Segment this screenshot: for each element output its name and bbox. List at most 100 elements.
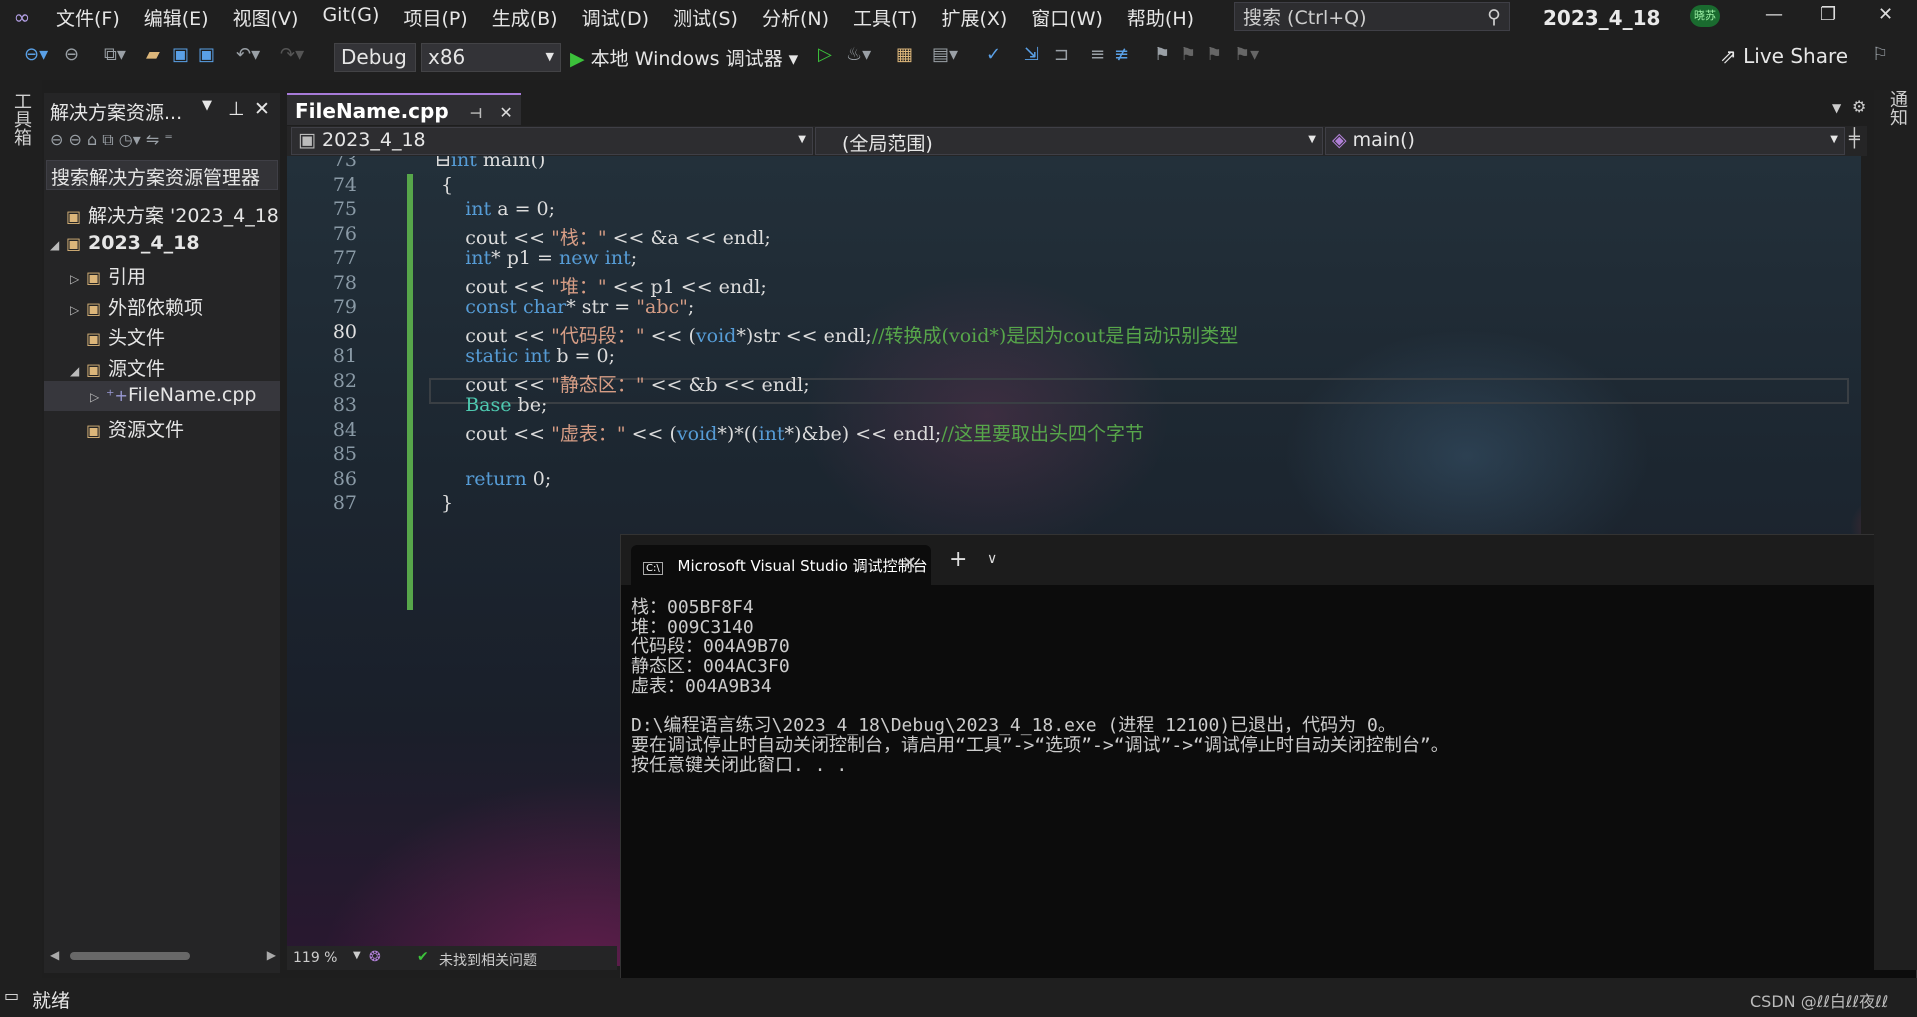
layout-icon[interactable]: ▤▾ bbox=[932, 44, 958, 65]
scope-dropdown[interactable]: (全局范围) ▼ bbox=[815, 127, 1323, 155]
close-window-icon[interactable]: ✕ bbox=[1878, 4, 1893, 25]
start-debugging-button[interactable]: ▶ 本地 Windows 调试器 ▾ bbox=[570, 44, 798, 71]
pin-icon[interactable]: ⊥ bbox=[228, 98, 245, 120]
code-line[interactable]: cout << "静态区：" << &b << endl; bbox=[435, 370, 809, 397]
issues-status[interactable]: 未找到相关问题 bbox=[439, 950, 537, 970]
format-icon[interactable]: ⊐ bbox=[1054, 44, 1069, 65]
zoom-level[interactable]: 119 % bbox=[293, 950, 337, 966]
notifications-side-tab[interactable]: 通知 bbox=[1874, 90, 1917, 970]
configuration-select[interactable]: Debug bbox=[334, 43, 416, 72]
code-line[interactable]: cout << "代码段：" << (void*)str << endl;//转… bbox=[435, 321, 1238, 348]
pin-icon[interactable]: ⊣ bbox=[470, 106, 483, 122]
scrollbar-thumb[interactable] bbox=[70, 952, 190, 960]
browse-icon[interactable]: ▦ bbox=[896, 44, 913, 65]
tab-list-dropdown-icon[interactable]: ▼ bbox=[1832, 101, 1841, 115]
console-tab[interactable]: C:\ Microsoft Visual Studio 调试控制台 ✕ bbox=[631, 545, 931, 585]
spell-check-icon[interactable]: ✓ bbox=[986, 44, 1001, 65]
restore-icon[interactable]: ❐ bbox=[1820, 4, 1836, 25]
comment-icon[interactable]: ≡ bbox=[1090, 44, 1105, 65]
step-icon[interactable]: ⇲ bbox=[1024, 44, 1039, 65]
close-tab-icon[interactable]: ✕ bbox=[499, 103, 512, 122]
close-tab-icon[interactable]: ✕ bbox=[902, 553, 917, 574]
code-line[interactable]: cout << "栈：" << &a << endl; bbox=[435, 223, 771, 250]
save-icon[interactable]: ▣ bbox=[172, 44, 189, 65]
avatar[interactable]: 晓苏 bbox=[1690, 5, 1720, 27]
back-icon[interactable]: ⊖ bbox=[50, 130, 63, 149]
minimize-icon[interactable]: — bbox=[1765, 4, 1783, 25]
tree-item[interactable]: ▣ 头文件 bbox=[44, 320, 280, 350]
code-line[interactable]: int* p1 = new int; bbox=[435, 247, 637, 269]
code-line[interactable]: } bbox=[435, 492, 453, 514]
project-dropdown[interactable]: ▣ 2023_4_18 ▼ bbox=[291, 127, 813, 155]
code-line[interactable]: int a = 0; bbox=[435, 198, 555, 220]
uncomment-icon[interactable]: ≢ bbox=[1114, 44, 1129, 65]
tree-expander-icon[interactable]: ▷ bbox=[70, 272, 86, 286]
close-icon[interactable]: ✕ bbox=[254, 98, 270, 120]
chevron-down-icon[interactable]: ∨ bbox=[987, 551, 997, 567]
undo-icon[interactable]: ↶▾ bbox=[236, 44, 260, 65]
platform-select[interactable]: x86 ▼ bbox=[421, 43, 561, 72]
menu-item[interactable]: 窗口(W) bbox=[1019, 4, 1115, 31]
bookmark-icon[interactable]: ⚑ bbox=[1154, 44, 1170, 65]
solution-search-input[interactable]: 搜索解决方案资源管理器 bbox=[46, 160, 278, 190]
code-line[interactable]: { bbox=[435, 174, 453, 196]
code-line[interactable]: static int b = 0; bbox=[435, 345, 615, 367]
pending-changes-icon[interactable]: ◷▾ bbox=[119, 130, 141, 149]
prev-bookmark-icon[interactable]: ⚑ bbox=[1180, 44, 1196, 65]
new-tab-icon[interactable]: + bbox=[949, 547, 967, 572]
tree-expander-icon[interactable]: ▷ bbox=[90, 390, 106, 404]
code-line[interactable]: cout << "堆：" << p1 << endl; bbox=[435, 272, 767, 299]
back-icon[interactable]: ⊖▾ bbox=[24, 44, 48, 65]
debug-console-window[interactable]: C:\ Microsoft Visual Studio 调试控制台 ✕ + ∨ … bbox=[620, 534, 1917, 1017]
settings-icon[interactable]: ⚙ bbox=[1852, 97, 1866, 116]
tree-expander-icon[interactable]: ◢ bbox=[50, 238, 66, 252]
menu-item[interactable]: 分析(N) bbox=[750, 4, 841, 31]
next-bookmark-icon[interactable]: ⚑ bbox=[1206, 44, 1222, 65]
code-line[interactable]: const char* str = "abc"; bbox=[435, 296, 694, 318]
home-icon[interactable]: ⌂ bbox=[87, 130, 97, 149]
tab-filename-cpp[interactable]: FileName.cpp ⊣ ✕ bbox=[287, 93, 521, 125]
intellicode-icon[interactable]: ❂ bbox=[369, 949, 381, 965]
open-file-icon[interactable]: ▰ bbox=[146, 44, 160, 65]
menu-item[interactable]: 文件(F) bbox=[44, 4, 132, 31]
code-line[interactable]: ⊟int main() bbox=[435, 156, 545, 171]
menu-item[interactable]: Git(G) bbox=[310, 4, 391, 31]
member-dropdown[interactable]: ◈ main() ▼ bbox=[1325, 127, 1845, 155]
switch-views-icon[interactable]: ⧉ bbox=[102, 130, 113, 149]
split-icon[interactable]: ╪ bbox=[1849, 128, 1860, 149]
menu-item[interactable]: 工具(T) bbox=[841, 4, 929, 31]
tree-item[interactable]: ◢ ▣ 2023_4_18 bbox=[44, 229, 280, 259]
sync-icon[interactable]: ⇋ bbox=[146, 130, 159, 149]
tree-item[interactable]: ▣ 资源文件 bbox=[44, 412, 280, 442]
code-line[interactable]: return 0; bbox=[435, 468, 551, 490]
menu-item[interactable]: 项目(P) bbox=[391, 4, 479, 31]
scroll-right-icon[interactable]: ▶ bbox=[267, 948, 276, 962]
hot-reload-icon[interactable]: ♨▾ bbox=[846, 44, 871, 65]
new-project-icon[interactable]: ⧉▾ bbox=[104, 44, 126, 65]
menu-item[interactable]: 帮助(H) bbox=[1115, 4, 1206, 31]
tree-expander-icon[interactable]: ◢ bbox=[70, 364, 86, 378]
tree-item[interactable]: ▷ ▣ 外部依赖项 bbox=[44, 290, 280, 320]
save-all-icon[interactable]: ▣ bbox=[198, 44, 215, 65]
tree-item[interactable]: ▷ ⁺+FileName.cpp bbox=[44, 381, 280, 411]
feedback-icon[interactable]: ⚐ bbox=[1872, 44, 1888, 65]
tree-item[interactable]: ▣ 解决方案 '2023_4_18' (1 个项目) bbox=[44, 198, 280, 228]
code-line[interactable]: cout << "虚表：" << (void*)*((int*)&be) << … bbox=[435, 419, 1144, 446]
forward-icon[interactable]: ⊖ bbox=[64, 44, 79, 65]
forward-icon[interactable]: ⊖ bbox=[69, 130, 82, 149]
tree-item[interactable]: ◢ ▣ 源文件 bbox=[44, 351, 280, 381]
search-box[interactable]: 搜索 (Ctrl+Q) ⚲ bbox=[1234, 2, 1510, 31]
live-share-button[interactable]: ⇗ Live Share bbox=[1720, 44, 1848, 68]
scroll-left-icon[interactable]: ◀ bbox=[50, 948, 59, 962]
more-icon[interactable]: ⁼ bbox=[164, 130, 172, 149]
clear-bookmarks-icon[interactable]: ⚑▾ bbox=[1234, 44, 1259, 65]
redo-icon[interactable]: ↷▾ bbox=[280, 44, 304, 65]
start-without-debugging-icon[interactable]: ▷ bbox=[818, 44, 832, 65]
chevron-down-icon[interactable]: ▼ bbox=[353, 950, 361, 961]
menu-item[interactable]: 生成(B) bbox=[480, 4, 570, 31]
tree-item[interactable]: ▷ ▣ 引用 bbox=[44, 259, 280, 289]
horizontal-scrollbar[interactable]: ◀ ▶ bbox=[50, 948, 276, 964]
tree-expander-icon[interactable]: ▷ bbox=[70, 303, 86, 317]
menu-item[interactable]: 测试(S) bbox=[661, 4, 750, 31]
chevron-down-icon[interactable]: ▼ bbox=[202, 98, 212, 113]
